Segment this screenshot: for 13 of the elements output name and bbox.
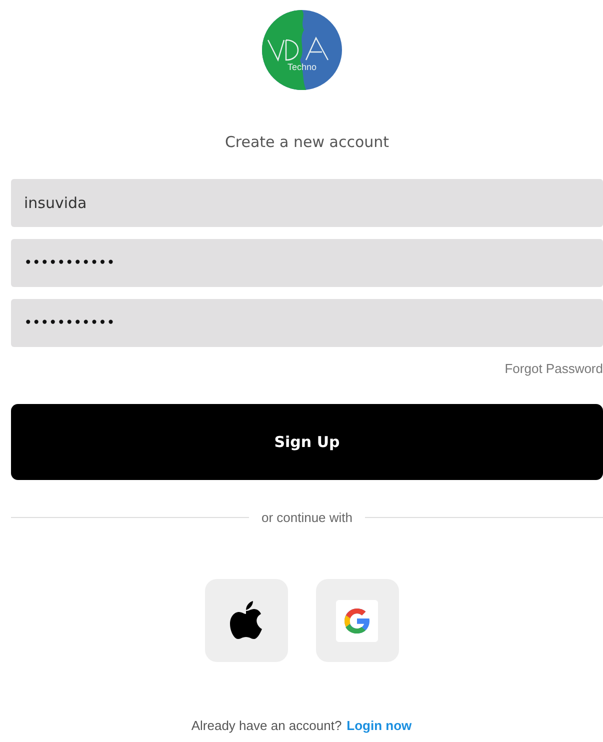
password-field[interactable]: •••••••••••: [11, 239, 603, 287]
apple-icon: [229, 600, 263, 640]
divider-text: or continue with: [261, 510, 353, 525]
logo: Techno: [262, 10, 342, 90]
forgot-password-link[interactable]: Forgot Password: [504, 361, 603, 377]
heading: Create a new account: [224, 133, 390, 151]
footer-text: Already have an account?: [191, 718, 342, 733]
google-icon: [336, 600, 378, 642]
apple-sign-in-button[interactable]: [204, 579, 288, 662]
sign-up-button[interactable]: Sign Up: [11, 404, 603, 480]
google-sign-in-button[interactable]: [316, 579, 398, 662]
username-field[interactable]: insuvida: [11, 179, 603, 227]
password-field[interactable]: •••••••••••: [11, 299, 603, 347]
